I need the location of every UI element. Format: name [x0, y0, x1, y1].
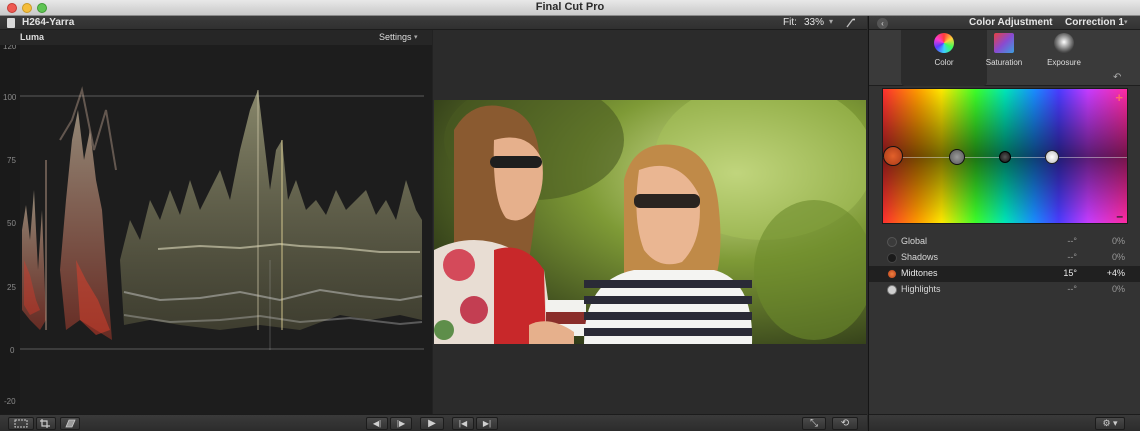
global-puck[interactable]: [949, 149, 965, 165]
row-highlights[interactable]: Highlights --° 0%: [869, 282, 1140, 298]
color-wheel-icon: [934, 33, 954, 53]
correction-popup[interactable]: Correction 1: [1065, 17, 1124, 28]
viewer-header: H264-Yarra Fit: 33% ▾: [0, 16, 867, 30]
window-titlebar: Final Cut Pro: [0, 0, 1140, 16]
highlights-dot-icon: [887, 285, 897, 295]
axis-label-75: 75: [7, 156, 16, 165]
color-inspector: ‹ Color Adjustment Correction 1 ▾ Color …: [868, 16, 1140, 431]
row-midtones[interactable]: Midtones 15° +4%: [869, 266, 1140, 282]
row-label: Highlights: [901, 284, 941, 294]
axis-label-0: 0: [10, 346, 15, 355]
fullscreen-icon[interactable]: ⤡: [802, 417, 826, 430]
inspector-title: Color Adjustment: [969, 17, 1053, 28]
wand-icon[interactable]: [845, 18, 859, 28]
row-angle: --°: [1067, 236, 1077, 246]
board-plus-label: +: [1115, 90, 1123, 105]
inspector-header: ‹ Color Adjustment Correction 1 ▾: [869, 16, 1140, 30]
color-board-tabs: Color Saturation Exposure: [869, 30, 1140, 86]
clip-name: H264-Yarra: [22, 17, 75, 28]
global-dot-icon: [887, 237, 897, 247]
saturation-icon: [994, 33, 1014, 53]
fit-label: Fit:: [783, 17, 797, 28]
axis-label-50: 50: [7, 219, 16, 228]
row-percent: 0%: [1111, 252, 1125, 262]
row-label: Midtones: [901, 268, 938, 278]
gear-icon[interactable]: ⚙ ▾: [1095, 417, 1125, 430]
inspector-footer: ⚙ ▾: [869, 414, 1140, 431]
axis-label-neg20: -20: [4, 397, 16, 406]
row-percent: 0%: [1111, 236, 1125, 246]
fit-zoom-popup[interactable]: 33%: [804, 17, 824, 28]
back-arrow-icon[interactable]: ‹: [877, 18, 888, 29]
tab-label-exposure: Exposure: [1047, 58, 1081, 67]
step-back-icon[interactable]: ◀︎|: [366, 417, 388, 430]
luma-waveform-scope: 120 100 75 50 25 0 -20 Luma Settings ▾: [0, 30, 432, 414]
scope-axis-labels: 120 100 75 50 25 0 -20: [3, 42, 17, 406]
scope-settings-button[interactable]: Settings: [379, 32, 412, 42]
board-minus-label: –: [1116, 209, 1123, 223]
reset-icon[interactable]: ↶: [1113, 72, 1121, 83]
axis-label-25: 25: [7, 283, 16, 292]
row-angle: 15°: [1063, 268, 1077, 278]
row-percent: 0%: [1111, 284, 1125, 294]
midtones-dot-icon: [887, 269, 897, 279]
viewer-toolbar: ◀︎| |▶︎ ▶ |◀ ▶| ⤡ ⟲: [0, 414, 867, 431]
crop-icon[interactable]: [36, 417, 56, 430]
next-edit-icon[interactable]: ▶|: [476, 417, 498, 430]
transform-icon[interactable]: [8, 417, 34, 430]
step-forward-icon[interactable]: |▶︎: [390, 417, 412, 430]
chevron-down-icon: ▾: [414, 34, 418, 41]
exposure-icon: [1054, 33, 1074, 53]
play-icon[interactable]: ▶: [420, 417, 444, 430]
color-board[interactable]: + –: [882, 88, 1128, 224]
window-title: Final Cut Pro: [535, 1, 605, 13]
chevron-down-icon: ▾: [829, 17, 834, 26]
chevron-down-icon: ▾: [1124, 19, 1128, 26]
row-label: Shadows: [901, 252, 939, 262]
row-angle: --°: [1067, 284, 1077, 294]
axis-label-100: 100: [3, 93, 17, 102]
clip-icon: [7, 18, 15, 28]
shadows-puck[interactable]: [999, 151, 1011, 163]
waveform-graph: 120 100 75 50 25 0 -20: [3, 42, 432, 414]
row-angle: --°: [1067, 252, 1077, 262]
video-frame[interactable]: [434, 100, 866, 344]
row-label: Global: [901, 236, 928, 246]
tab-exposure[interactable]: Exposure: [1021, 30, 1107, 86]
scope-title: Luma: [20, 32, 45, 42]
loop-icon[interactable]: ⟲: [832, 417, 858, 430]
midtones-puck[interactable]: [883, 146, 903, 166]
scope-header: Luma Settings ▾: [0, 30, 432, 45]
distort-icon[interactable]: [60, 417, 80, 430]
row-global[interactable]: Global --° 0%: [869, 234, 1140, 250]
previous-edit-icon[interactable]: |◀: [452, 417, 474, 430]
shadows-dot-icon: [887, 253, 897, 263]
row-shadows[interactable]: Shadows --° 0%: [869, 250, 1140, 266]
highlights-puck[interactable]: [1045, 150, 1059, 164]
row-percent: +4%: [1106, 268, 1125, 278]
